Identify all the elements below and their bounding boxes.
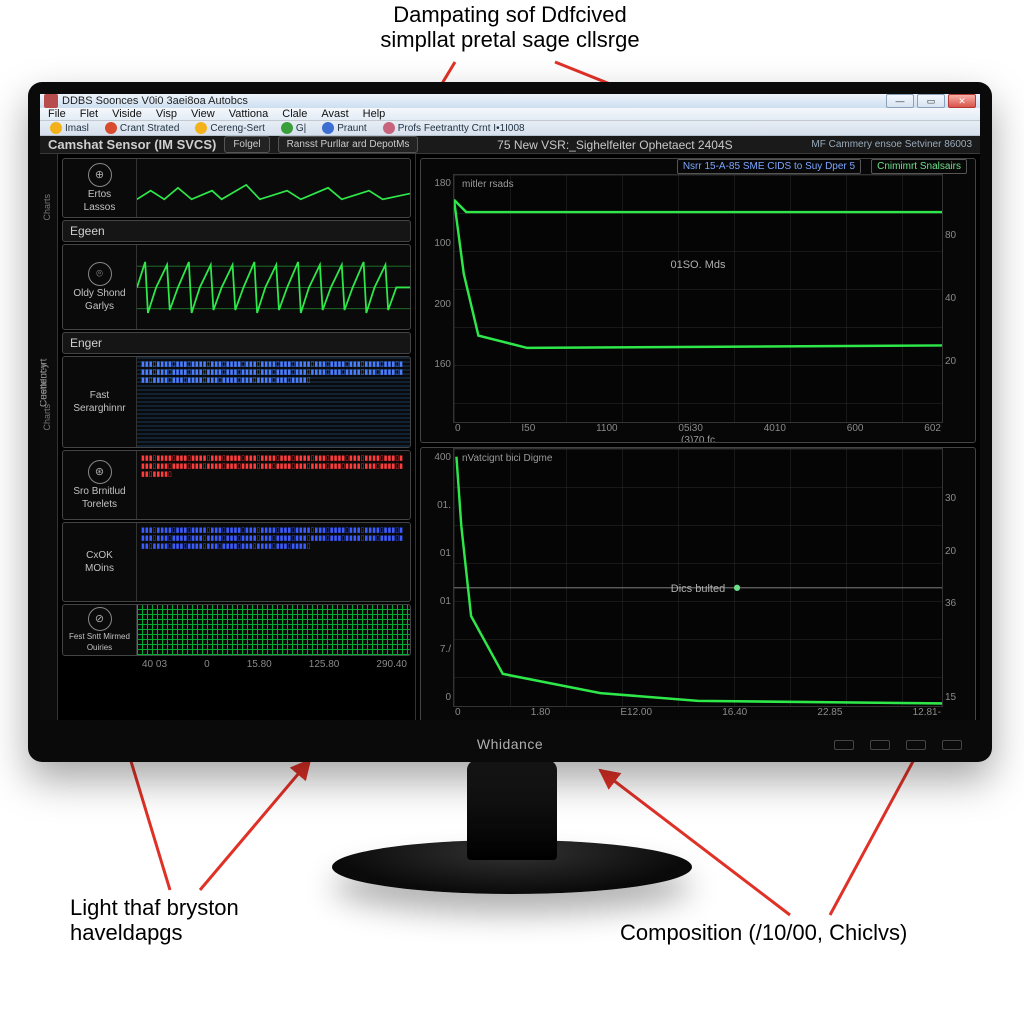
plot-bottom-yaxis-left: 40001. 0101 7./0 [421,448,453,707]
menubar: File Flet Viside Visp View Vattiona Clal… [40,108,980,121]
channel-row-5[interactable]: ⊘ Fest Sntt Mirmed Ouiries [62,604,411,656]
channel-sublabel: Garlys [85,301,114,312]
plot-top[interactable]: Nsrr 15-A-85 SME CIDS to Suy Dper 5 Cnim… [420,158,976,443]
panel-title: Camshat Sensor (IM SVCS) [48,137,216,152]
monitor: Whidance DDBS Soonces V0i0 3aei8oa Autob… [28,82,992,762]
menu-flet[interactable]: Flet [80,108,98,120]
plot-bottom-xticks: 01.80 E12.0016.40 22.8512.81- [421,707,975,718]
annotation-bottom-left: Light thaf bryston haveldapgs [70,895,239,946]
right-plot-panel: Nsrr 15-A-85 SME CIDS to Suy Dper 5 Cnim… [416,154,980,720]
plot-top-inline-title: mitler rsads [462,179,514,190]
side-tab-1[interactable]: Charts [42,194,52,221]
subheader-btn-folgel[interactable]: Folgel [224,136,269,153]
legend-b[interactable]: Cnimimrt Snalsairs [871,159,967,174]
plot-top-area[interactable]: mitler rsads 01SO. Mds [453,174,943,423]
subheader-btn-ransst[interactable]: Ransst Purllar ard DepotMs [278,136,419,153]
channel-label: Fest Sntt Mirmed [69,633,130,642]
legend-a[interactable]: Nsrr 15-A-85 SME CIDS to Suy Dper 5 [677,159,861,174]
toolbar: Imasl Crant Strated Cereng-Sert G| Praun… [40,121,980,136]
window-maximize-button[interactable]: ▭ [917,94,945,108]
channel-row-2[interactable]: Fast Serarghinnr ▮▮▮▯▮▮▮▮▯▮▮▮▯▮▮▮▮▯▮▮▮▯▮… [62,356,411,448]
app-window: DDBS Soonces V0i0 3aei8oa Autobcs — ▭ ✕ … [40,94,980,720]
channel-icon: ⊛ [88,460,112,484]
section-egeen[interactable]: Egeen [62,220,411,242]
left-xaxis: 40 030 15.80125.80 290.40 [62,658,411,672]
window-minimize-button[interactable]: — [886,94,914,108]
section-enger[interactable]: Enger [62,332,411,354]
toolbar-imasl[interactable]: Imasl [46,121,93,135]
channel-icon: ⊘ [88,607,112,631]
channel-sublabel: Torelets [82,499,117,510]
monitor-stand-neck [467,760,557,860]
toolbar-profs[interactable]: Profs Feetrantty Crnt I•1I008 [379,121,529,135]
side-tab-2[interactable]: Charts [42,404,52,431]
channel-label: Fast [90,390,109,401]
plot-bottom-area[interactable]: nVatcignt bici Digme Dics bulted [453,448,943,707]
plot-top-yaxis-right: 80 4020 [943,174,975,423]
plot-top-legend: Nsrr 15-A-85 SME CIDS to Suy Dper 5 Cnim… [421,159,975,174]
menu-clale[interactable]: Clale [282,108,307,120]
toolbar-cereng[interactable]: Cereng-Sert [191,121,268,135]
menu-avast[interactable]: Avast [321,108,348,120]
plot-bottom-yaxis-right: 30 2036 15 [943,448,975,707]
app-icon [44,94,58,108]
plot-bottom[interactable]: 40001. 0101 7./0 nVatcignt bici Digme Di… [420,447,976,720]
channel-label: CxOK [86,550,113,561]
plot-top-xlabel: (3)70 fc [421,435,975,443]
menu-view[interactable]: View [191,108,215,120]
plot-top-marker: 01SO. Mds [670,259,725,271]
channel-sublabel: Lassos [84,202,116,213]
menu-visp[interactable]: Visp [156,108,177,120]
toolbar-praunt[interactable]: Praunt [318,121,370,135]
channel-row-1[interactable]: ⌾ Oldy Shond Garlys [62,244,411,331]
menu-vattiona[interactable]: Vattiona [229,108,269,120]
content: Charts Charts ⊕ Ertos Lassos Egeen ⌾ Old… [40,154,980,720]
monitor-physical-buttons [834,740,962,750]
left-side-tabs: Charts Charts [40,154,58,720]
channel-row-0[interactable]: ⊕ Ertos Lassos [62,158,411,218]
toolbar-g[interactable]: G| [277,121,310,135]
channel-sublabel: MOins [85,563,114,574]
window-title: DDBS Soonces V0i0 3aei8oa Autobcs [62,95,248,107]
menu-visit[interactable]: Viside [112,108,142,120]
window-close-button[interactable]: ✕ [948,94,976,108]
channel-sublabel: Ouiries [87,644,112,653]
annotation-top: Dampating sof Ddfcived simpllat pretal s… [310,2,710,53]
channel-row-3[interactable]: ⊛ Sro Brnitlud Torelets ▮▮▮▯▮▮▮▮▯▮▮▮▯▮▮▮… [62,450,411,520]
channel-label: Oldy Shond [73,288,125,299]
plot-bottom-marker: Dics bulted [671,583,725,595]
channel-sublabel: Serarghinnr [73,403,125,414]
subheader-plot-title: 75 New VSR:_Sighelfeiter Ophetaect 2404S [497,138,732,152]
subheader: Camshat Sensor (IM SVCS) Folgel Ransst P… [40,136,980,154]
channel-label: Sro Brnitlud [73,486,125,497]
channel-icon: ⌾ [88,262,112,286]
plot-bottom-inline-title: nVatcignt bici Digme [462,453,552,464]
channel-icon: ⊕ [88,163,112,187]
toolbar-crant[interactable]: Crant Strated [101,121,183,135]
menu-file[interactable]: File [48,108,66,120]
channel-label: Ertos [88,189,111,200]
menu-help[interactable]: Help [363,108,386,120]
channel-row-4[interactable]: CxOK MOins ▮▮▮▯▮▮▮▮▯▮▮▮▯▮▮▮▮▯▮▮▮▯▮▮▮▮▯▮▮… [62,522,411,602]
annotation-bottom-right: Composition (/10/00, Chiclvs) [620,920,907,945]
left-channel-panel: Charts Charts ⊕ Ertos Lassos Egeen ⌾ Old… [40,154,416,720]
plot-top-yaxis-left: 180100 200160 [421,174,453,423]
window-titlebar[interactable]: DDBS Soonces V0i0 3aei8oa Autobcs — ▭ ✕ [40,94,980,108]
subheader-status: MF Cammery ensoe Setviner 86003 [811,139,972,150]
plot-top-xticks: 0I50 110005i30 4010600 602 [421,423,975,434]
